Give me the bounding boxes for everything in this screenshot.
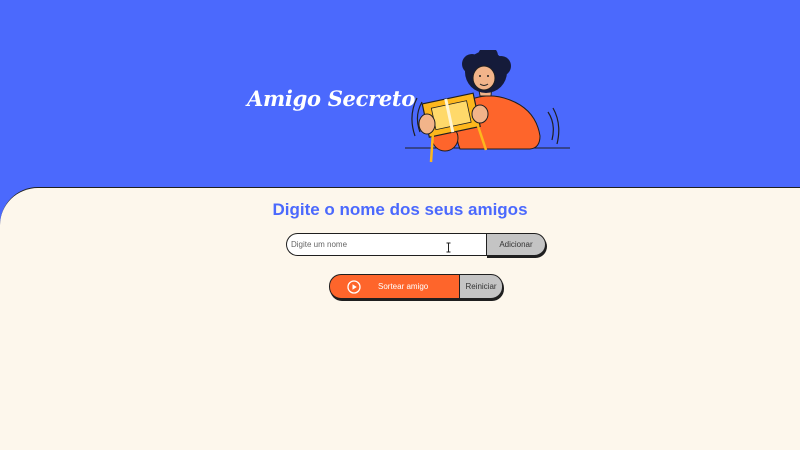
app-title: Amigo Secreto bbox=[247, 86, 416, 111]
reset-button[interactable]: Reiniciar bbox=[459, 274, 503, 299]
play-icon bbox=[347, 279, 361, 294]
action-row: Sortear amigo Reiniciar bbox=[329, 274, 503, 299]
text-cursor-icon bbox=[446, 242, 451, 253]
draw-friend-button[interactable]: Sortear amigo bbox=[329, 274, 459, 299]
person-holding-gift-illustration bbox=[405, 50, 570, 163]
friend-input-row: Adicionar bbox=[286, 233, 546, 256]
section-title: Digite o nome dos seus amigos bbox=[272, 200, 528, 219]
add-button[interactable]: Adicionar bbox=[486, 233, 546, 256]
friend-name-input[interactable] bbox=[286, 233, 486, 256]
header: Amigo Secreto bbox=[0, 0, 800, 200]
draw-button-label: Sortear amigo bbox=[378, 282, 429, 291]
main-panel: Digite o nome dos seus amigos Adicionar … bbox=[0, 187, 800, 450]
